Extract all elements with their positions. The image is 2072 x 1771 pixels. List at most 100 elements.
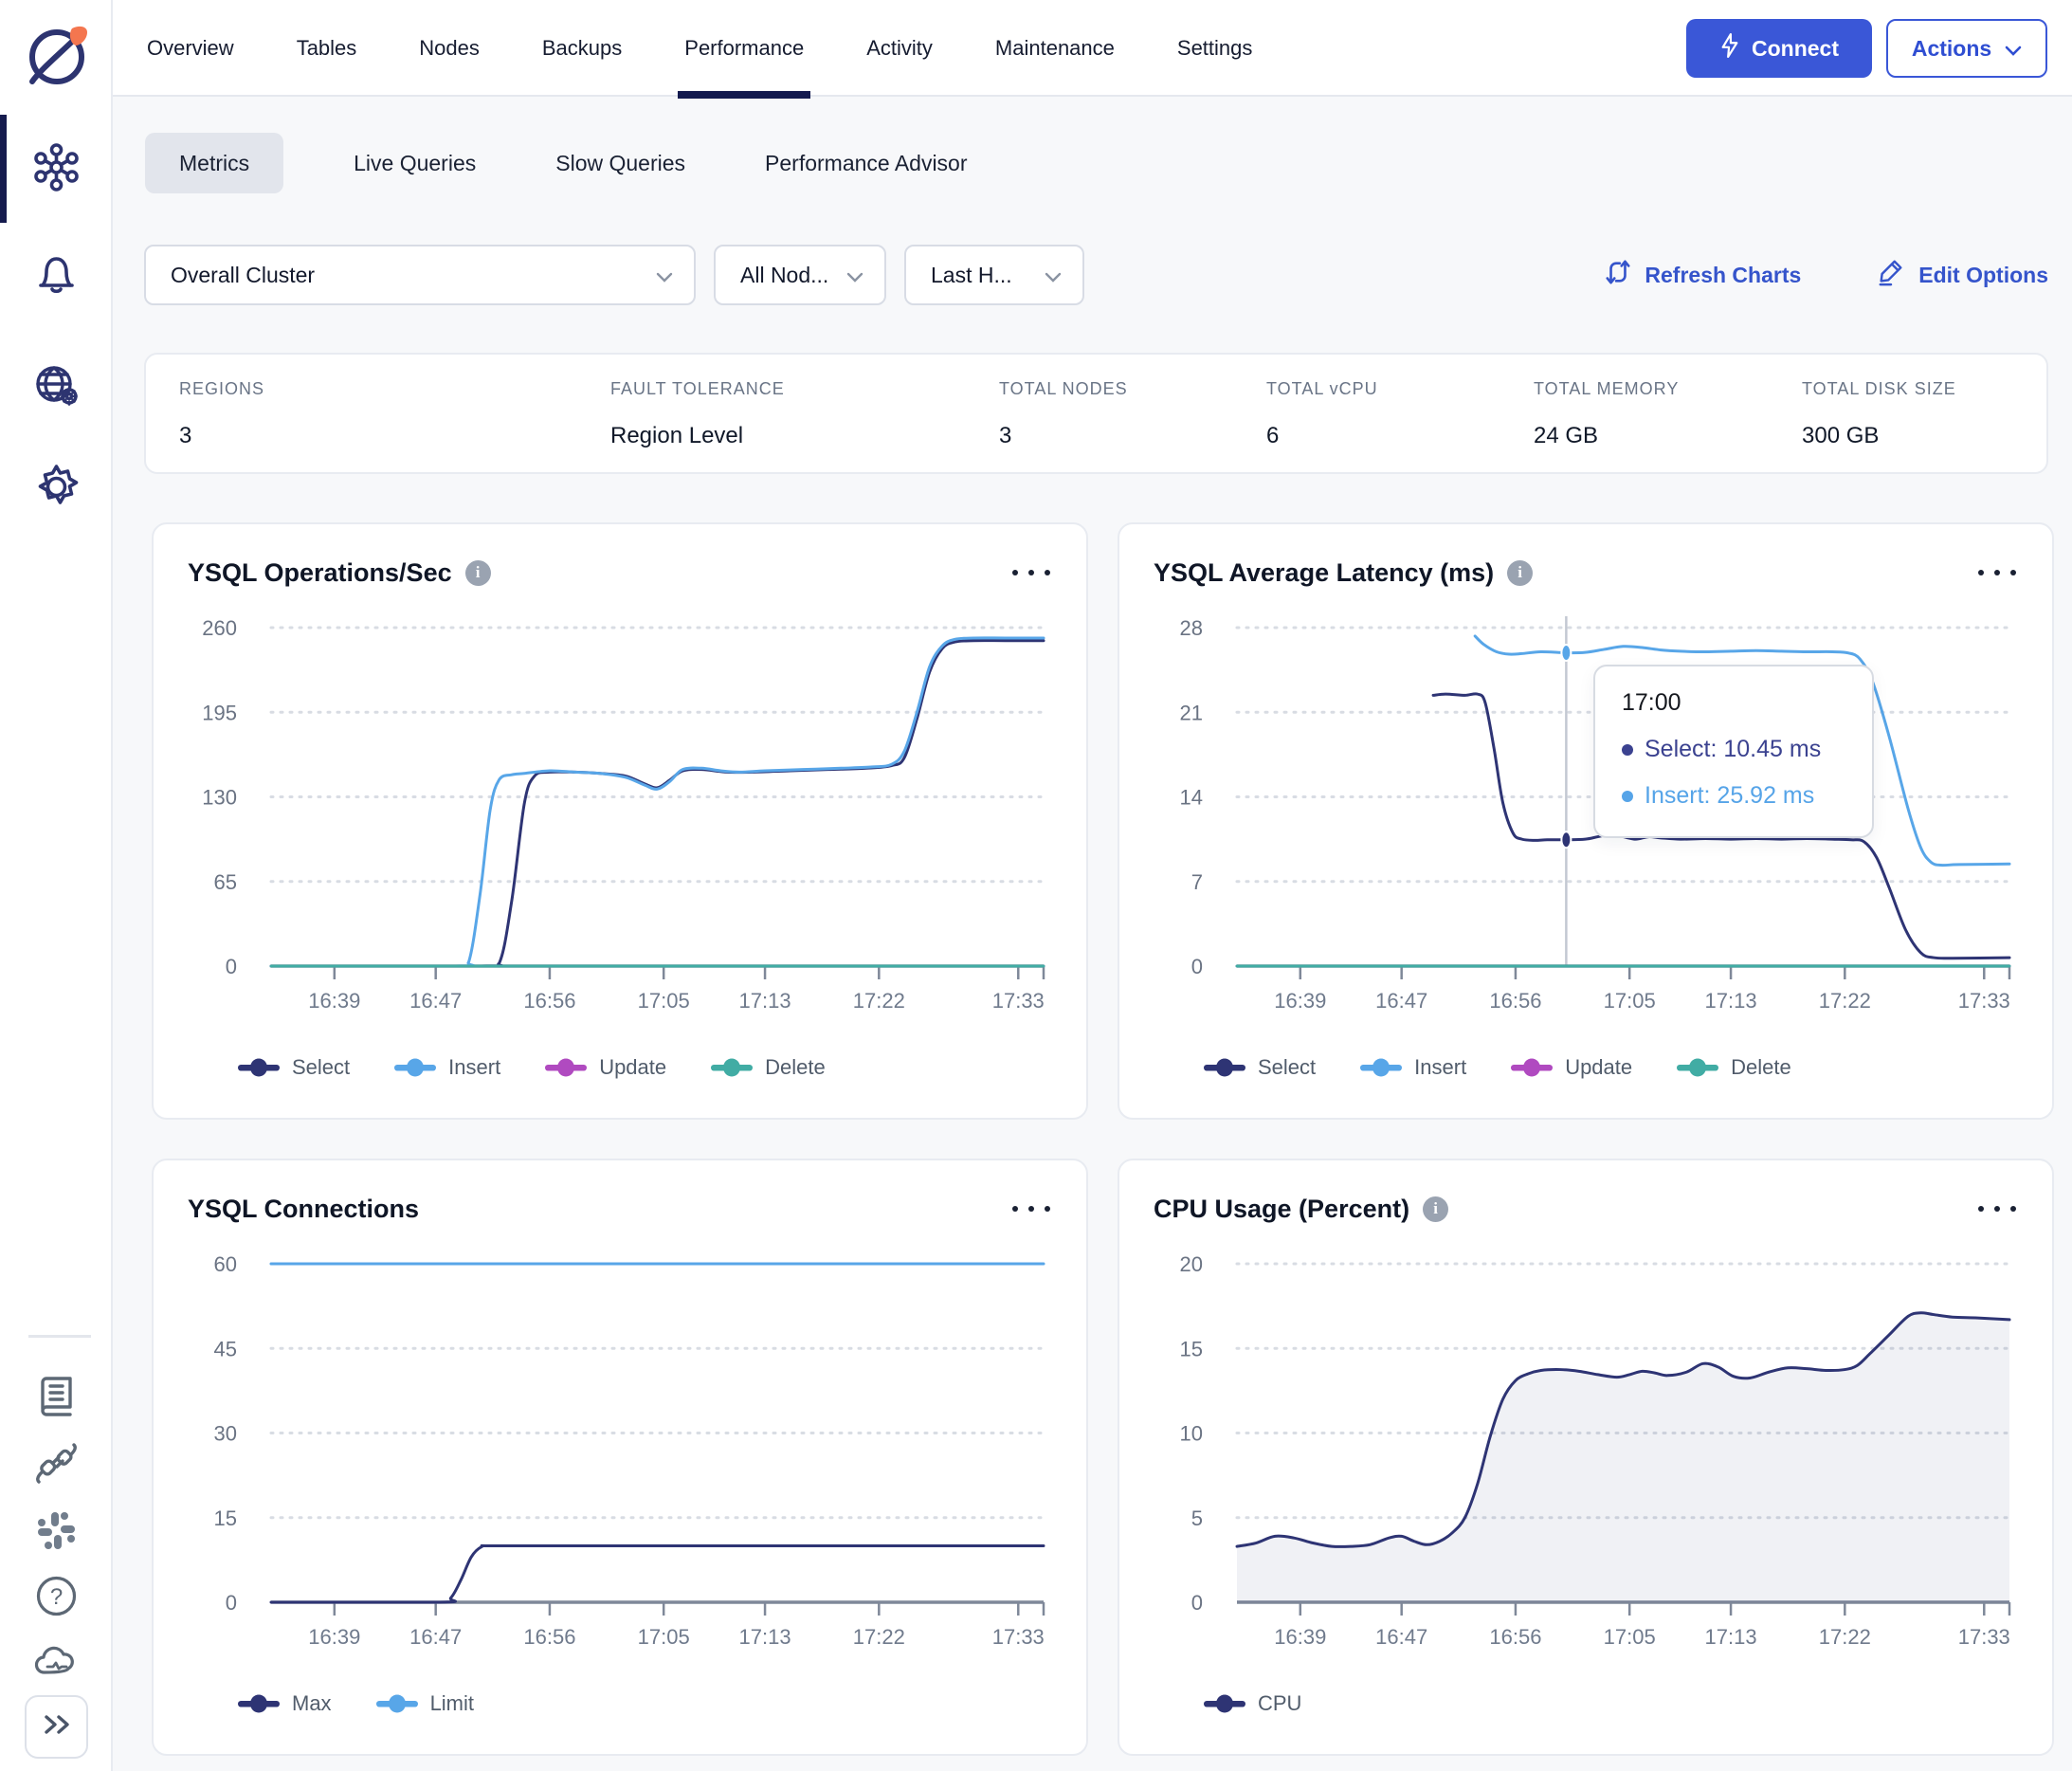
chevron-down-icon [846, 263, 863, 288]
sidebar-item-network[interactable] [31, 362, 82, 412]
pencil-icon [1877, 258, 1905, 292]
chart-menu-button[interactable] [1976, 1200, 2018, 1217]
chart-title: CPU Usage (Percent) [1154, 1194, 1410, 1223]
legend-item-select[interactable]: Select [1203, 1055, 1316, 1080]
main-content: Overview Tables Nodes Backups Performanc… [113, 0, 2072, 1771]
actions-button[interactable]: Actions [1886, 19, 2047, 78]
chart-menu-button[interactable] [1010, 1200, 1052, 1217]
nodes-dropdown[interactable]: All Nod... [714, 245, 886, 305]
tab-overview[interactable]: Overview [147, 0, 234, 97]
legend-marker-icon [1360, 1058, 1403, 1077]
legend-label: Insert [448, 1055, 501, 1079]
legend-item-delete[interactable]: Delete [710, 1055, 826, 1080]
chart-legend: Select Insert Update Delete [237, 1055, 826, 1080]
legend-item-update[interactable]: Update [544, 1055, 666, 1080]
legend-marker-icon [1511, 1058, 1554, 1077]
svg-text:17:22: 17:22 [1819, 1625, 1871, 1649]
svg-text:16:56: 16:56 [523, 1625, 575, 1649]
info-icon[interactable]: i [1507, 559, 1534, 586]
lightning-icon [1719, 32, 1740, 64]
sidebar-item-docs[interactable] [31, 1373, 82, 1423]
svg-text:17:05: 17:05 [638, 1625, 690, 1649]
legend-label: Insert [1414, 1055, 1467, 1079]
legend-label: Delete [765, 1055, 826, 1079]
legend-item-limit[interactable]: Limit [375, 1691, 474, 1716]
sidebar-item-help[interactable]: ? [31, 1573, 82, 1623]
svg-text:7: 7 [1191, 870, 1203, 894]
svg-text:260: 260 [202, 616, 237, 640]
cluster-tabs: Overview Tables Nodes Backups Performanc… [147, 0, 1253, 99]
tab-activity[interactable]: Activity [866, 0, 933, 97]
chart-menu-button[interactable] [1010, 564, 1052, 581]
svg-text:60: 60 [214, 1252, 237, 1276]
chevron-down-icon [656, 263, 673, 288]
svg-text:?: ? [50, 1584, 63, 1610]
chart-legend: Select Insert Update Delete [1203, 1055, 1791, 1080]
svg-text:17:13: 17:13 [739, 989, 791, 1013]
svg-text:16:47: 16:47 [1375, 1625, 1427, 1649]
tab-backups[interactable]: Backups [542, 0, 622, 97]
svg-text:16:39: 16:39 [308, 989, 360, 1013]
tooltip-time: 17:00 [1622, 689, 1681, 716]
subtab-metrics[interactable]: Metrics [145, 133, 284, 193]
svg-text:16:47: 16:47 [409, 1625, 462, 1649]
sidebar-item-integrations[interactable] [31, 1440, 82, 1490]
cluster-scope-dropdown[interactable]: Overall Cluster [144, 245, 696, 305]
subtab-live-queries[interactable]: Live Queries [344, 151, 485, 176]
svg-text:17:13: 17:13 [1705, 1625, 1757, 1649]
legend-item-max[interactable]: Max [237, 1691, 332, 1716]
tab-maintenance[interactable]: Maintenance [995, 0, 1115, 97]
tab-performance[interactable]: Performance [678, 0, 811, 99]
sidebar-item-settings[interactable] [31, 464, 82, 514]
tab-nodes[interactable]: Nodes [419, 0, 480, 97]
chart-actions: Refresh Charts Edit Options [1605, 245, 2048, 305]
metrics-filters: Overall Cluster All Nod... Last H... [144, 245, 1084, 305]
sidebar-divider [28, 1335, 91, 1338]
legend-item-update[interactable]: Update [1510, 1055, 1632, 1080]
info-icon[interactable]: i [464, 559, 491, 586]
legend-marker-icon [1204, 1694, 1245, 1713]
chart-menu-button[interactable] [1976, 564, 2018, 581]
svg-text:17:05: 17:05 [638, 989, 690, 1013]
slack-icon [31, 1506, 82, 1561]
plug-icon [31, 1438, 82, 1493]
legend-item-select[interactable]: Select [237, 1055, 350, 1080]
legend-item-delete[interactable]: Delete [1676, 1055, 1791, 1080]
sidebar-item-alerts[interactable] [31, 249, 82, 300]
ysql-operations-chart[interactable]: 260 195 130 65 0 16:39 16:47 16:56 17:05 17:13 17:… [188, 606, 1056, 1015]
subtab-slow-queries[interactable]: Slow Queries [546, 151, 695, 176]
refresh-charts-button[interactable]: Refresh Charts [1605, 258, 1801, 292]
svg-text:16:56: 16:56 [523, 989, 575, 1013]
svg-text:5: 5 [1191, 1506, 1203, 1530]
legend-label: Delete [1731, 1055, 1791, 1079]
time-range-dropdown[interactable]: Last H... [904, 245, 1084, 305]
sidebar-item-clusters[interactable] [31, 142, 82, 194]
legend-item-insert[interactable]: Insert [1359, 1055, 1466, 1080]
info-icon[interactable]: i [1423, 1196, 1449, 1222]
tooltip-select-row: Select: 10.45 ms [1622, 736, 1845, 763]
bell-icon [31, 247, 82, 302]
sidebar-item-cloud-status[interactable] [31, 1638, 82, 1689]
legend-marker-icon [1204, 1058, 1245, 1077]
chart-card-ysql-operations: YSQL Operations/Sec i 260 195 130 65 0 16:39 1… [152, 522, 1088, 1120]
cloud-icon [31, 1636, 82, 1691]
sidebar-item-slack[interactable] [31, 1507, 82, 1558]
help-icon: ? [31, 1571, 82, 1626]
edit-options-button[interactable]: Edit Options [1877, 258, 2048, 292]
ysql-latency-chart[interactable]: 28 21 14 7 0 16:39 16:47 16:56 17:05 17:13 17:22 17… [1154, 606, 2022, 1015]
sidebar-expand-button[interactable] [25, 1695, 88, 1759]
app-logo[interactable] [21, 19, 93, 91]
svg-text:130: 130 [202, 786, 237, 810]
insert-dot-icon [1622, 790, 1633, 802]
cpu-usage-chart[interactable]: 20 15 10 5 0 16:39 16:47 16:56 17:05 17:13 17:22 17… [1154, 1242, 2022, 1652]
legend-item-cpu[interactable]: CPU [1203, 1691, 1301, 1716]
tab-settings[interactable]: Settings [1177, 0, 1253, 97]
tab-tables[interactable]: Tables [297, 0, 357, 97]
legend-item-insert[interactable]: Insert [393, 1055, 500, 1080]
book-icon [31, 1371, 82, 1426]
svg-text:17:05: 17:05 [1604, 989, 1656, 1013]
connect-button[interactable]: Connect [1686, 19, 1872, 78]
legend-label: Select [1258, 1055, 1317, 1079]
ysql-connections-chart[interactable]: 60 45 30 15 0 16:39 16:47 16:56 17:05 17:13 17:22 1… [188, 1242, 1056, 1652]
subtab-performance-advisor[interactable]: Performance Advisor [755, 151, 976, 176]
